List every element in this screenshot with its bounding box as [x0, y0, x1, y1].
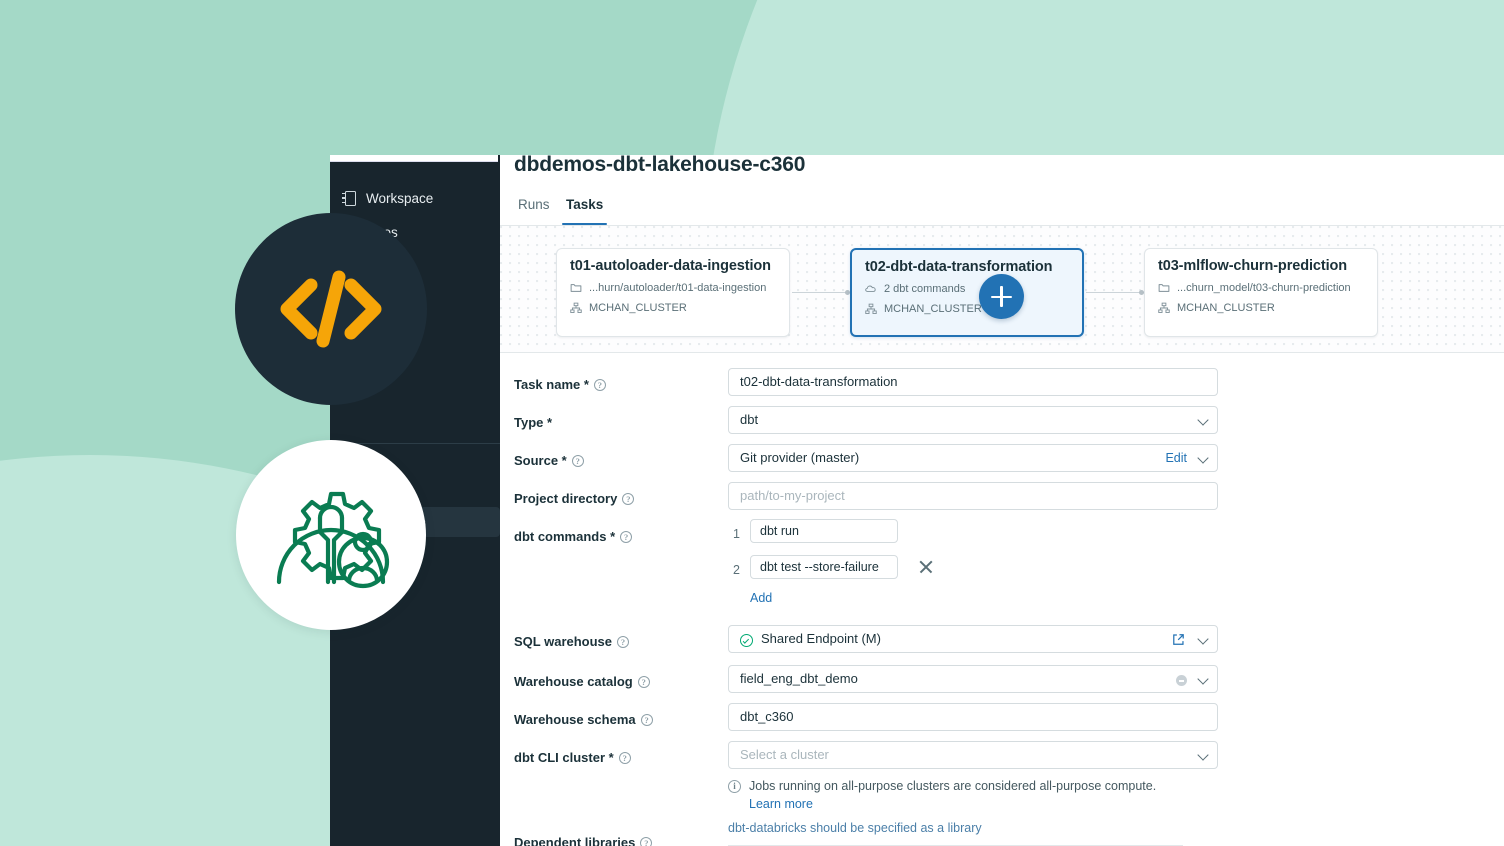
- task-node-source: ...churn_model/t03-churn-prediction: [1158, 282, 1364, 294]
- dbt-cli-cluster-label: dbt CLI cluster * ?: [514, 750, 631, 765]
- cloud-icon: [865, 285, 876, 292]
- open-external-icon[interactable]: [1172, 633, 1185, 646]
- warehouse-catalog-select[interactable]: field_eng_dbt_demo: [728, 665, 1218, 693]
- task-node-cluster-label: MCHAN_CLUSTER: [589, 302, 687, 314]
- task-name-label: Task name * ?: [514, 377, 606, 392]
- help-icon[interactable]: ?: [637, 675, 650, 688]
- source-label: Source * ?: [514, 453, 584, 468]
- add-command-link[interactable]: Add: [750, 591, 772, 605]
- dependent-libraries-note: dbt-databricks should be specified as a …: [728, 821, 982, 835]
- project-directory-input[interactable]: path/to-my-project: [728, 482, 1218, 510]
- page-title: dbdemos-dbt-lakehouse-c360: [514, 155, 806, 176]
- task-node-t03[interactable]: t03-mlflow-churn-prediction ...churn_mod…: [1144, 248, 1378, 337]
- source-value: Git provider (master): [740, 450, 860, 465]
- gear-wrench-person-icon: [276, 491, 390, 589]
- chevron-down-icon: [1197, 452, 1209, 464]
- cluster-hint-text: Jobs running on all-purpose clusters are…: [749, 779, 1157, 793]
- help-icon[interactable]: ?: [571, 454, 584, 467]
- chevron-down-icon: [1197, 673, 1209, 685]
- dbt-cli-cluster-placeholder: Select a cluster: [740, 747, 829, 762]
- delete-command-icon[interactable]: [918, 559, 934, 575]
- help-icon[interactable]: ?: [593, 378, 606, 391]
- folder-icon: [570, 284, 582, 292]
- cluster-icon: [865, 303, 877, 314]
- task-node-t01[interactable]: t01-autoloader-data-ingestion ...hurn/au…: [556, 248, 790, 337]
- task-node-source: ...hurn/autoloader/t01-data-ingestion: [570, 282, 776, 294]
- sidebar-top-strip: [330, 155, 498, 162]
- help-icon[interactable]: ?: [622, 492, 635, 505]
- task-settings-form: Task name * ? t02-dbt-data-transformatio…: [500, 353, 1504, 846]
- databricks-app-window: Workspace nos ws dbdemos-dbt-lakehouse-c…: [330, 155, 1504, 846]
- task-node-cluster-label: MCHAN_CLUSTER: [884, 303, 982, 315]
- source-select[interactable]: Git provider (master) Edit: [728, 444, 1218, 472]
- warehouse-schema-input[interactable]: dbt_c360: [728, 703, 1218, 731]
- task-name-input[interactable]: t02-dbt-data-transformation: [728, 368, 1218, 396]
- task-graph-canvas[interactable]: t01-autoloader-data-ingestion ...hurn/au…: [500, 226, 1504, 353]
- info-icon: i: [728, 780, 741, 793]
- warehouse-catalog-label: Warehouse catalog ?: [514, 674, 650, 689]
- graph-edge: [1086, 292, 1144, 293]
- help-icon[interactable]: ?: [618, 751, 631, 764]
- graph-edge: [792, 292, 850, 293]
- folder-icon: [1158, 284, 1170, 292]
- sidebar-item-workspace[interactable]: Workspace: [330, 183, 500, 213]
- cluster-icon: [570, 302, 582, 313]
- type-value: dbt: [740, 412, 759, 427]
- task-node-title: t02-dbt-data-transformation: [865, 259, 1053, 275]
- help-icon[interactable]: ?: [617, 635, 630, 648]
- tab-bar: Runs Tasks: [500, 193, 1504, 225]
- task-node-source-label: ...hurn/autoloader/t01-data-ingestion: [589, 282, 767, 294]
- task-node-cluster: MCHAN_CLUSTER: [1158, 302, 1364, 314]
- status-running-icon: [740, 633, 753, 647]
- chevron-down-icon: [1197, 633, 1209, 645]
- sql-warehouse-label: SQL warehouse ?: [514, 634, 630, 649]
- project-directory-label: Project directory ?: [514, 491, 635, 506]
- task-node-cluster: MCHAN_CLUSTER: [865, 303, 1069, 315]
- chevron-down-icon: [1197, 749, 1209, 761]
- source-edit-link[interactable]: Edit: [1165, 445, 1187, 471]
- warehouse-catalog-value: field_eng_dbt_demo: [740, 671, 858, 686]
- task-node-title: t01-autoloader-data-ingestion: [570, 258, 771, 274]
- dbt-command-index: 1: [733, 527, 740, 541]
- main-content: dbdemos-dbt-lakehouse-c360 Runs Tasks t0…: [500, 155, 1504, 846]
- task-node-t02[interactable]: t02-dbt-data-transformation 2 dbt comman…: [850, 248, 1084, 337]
- type-label: Type *: [514, 415, 553, 430]
- chevron-down-icon: [1197, 414, 1209, 426]
- clear-icon[interactable]: [1176, 675, 1187, 686]
- add-task-button[interactable]: [979, 274, 1024, 319]
- tab-runs[interactable]: Runs: [514, 193, 554, 225]
- help-icon[interactable]: ?: [640, 836, 653, 846]
- dbt-command-index: 2: [733, 563, 740, 577]
- dbt-command-input[interactable]: dbt test --store-failure: [750, 555, 898, 579]
- warehouse-schema-label: Warehouse schema ?: [514, 712, 653, 727]
- type-select[interactable]: dbt: [728, 406, 1218, 434]
- code-brackets-icon: [280, 270, 382, 348]
- cluster-icon: [1158, 302, 1170, 313]
- dbt-cli-cluster-select[interactable]: Select a cluster: [728, 741, 1218, 769]
- task-node-source-label: 2 dbt commands: [884, 283, 966, 295]
- learn-more-link[interactable]: Learn more: [749, 797, 813, 811]
- code-badge: [235, 213, 427, 405]
- task-node-cluster: MCHAN_CLUSTER: [570, 302, 776, 314]
- task-node-source: 2 dbt commands: [865, 283, 1069, 295]
- tab-tasks[interactable]: Tasks: [562, 193, 608, 225]
- workspace-icon: [342, 190, 356, 206]
- cluster-compute-hint: i Jobs running on all-purpose clusters a…: [728, 779, 1156, 793]
- dbt-command-input[interactable]: dbt run: [750, 519, 898, 543]
- task-node-source-label: ...churn_model/t03-churn-prediction: [1177, 282, 1351, 294]
- sidebar-item-label: Workspace: [366, 190, 434, 206]
- sql-warehouse-select[interactable]: Shared Endpoint (M): [728, 625, 1218, 653]
- dbt-commands-label: dbt commands * ?: [514, 529, 633, 544]
- help-icon[interactable]: ?: [640, 713, 653, 726]
- sql-warehouse-value: Shared Endpoint (M): [761, 631, 881, 646]
- task-node-title: t03-mlflow-churn-prediction: [1158, 258, 1348, 274]
- dependent-libraries-label: Dependent libraries ?: [514, 835, 653, 846]
- gear-badge: [236, 440, 426, 630]
- task-node-cluster-label: MCHAN_CLUSTER: [1177, 302, 1275, 314]
- help-icon[interactable]: ?: [620, 530, 633, 543]
